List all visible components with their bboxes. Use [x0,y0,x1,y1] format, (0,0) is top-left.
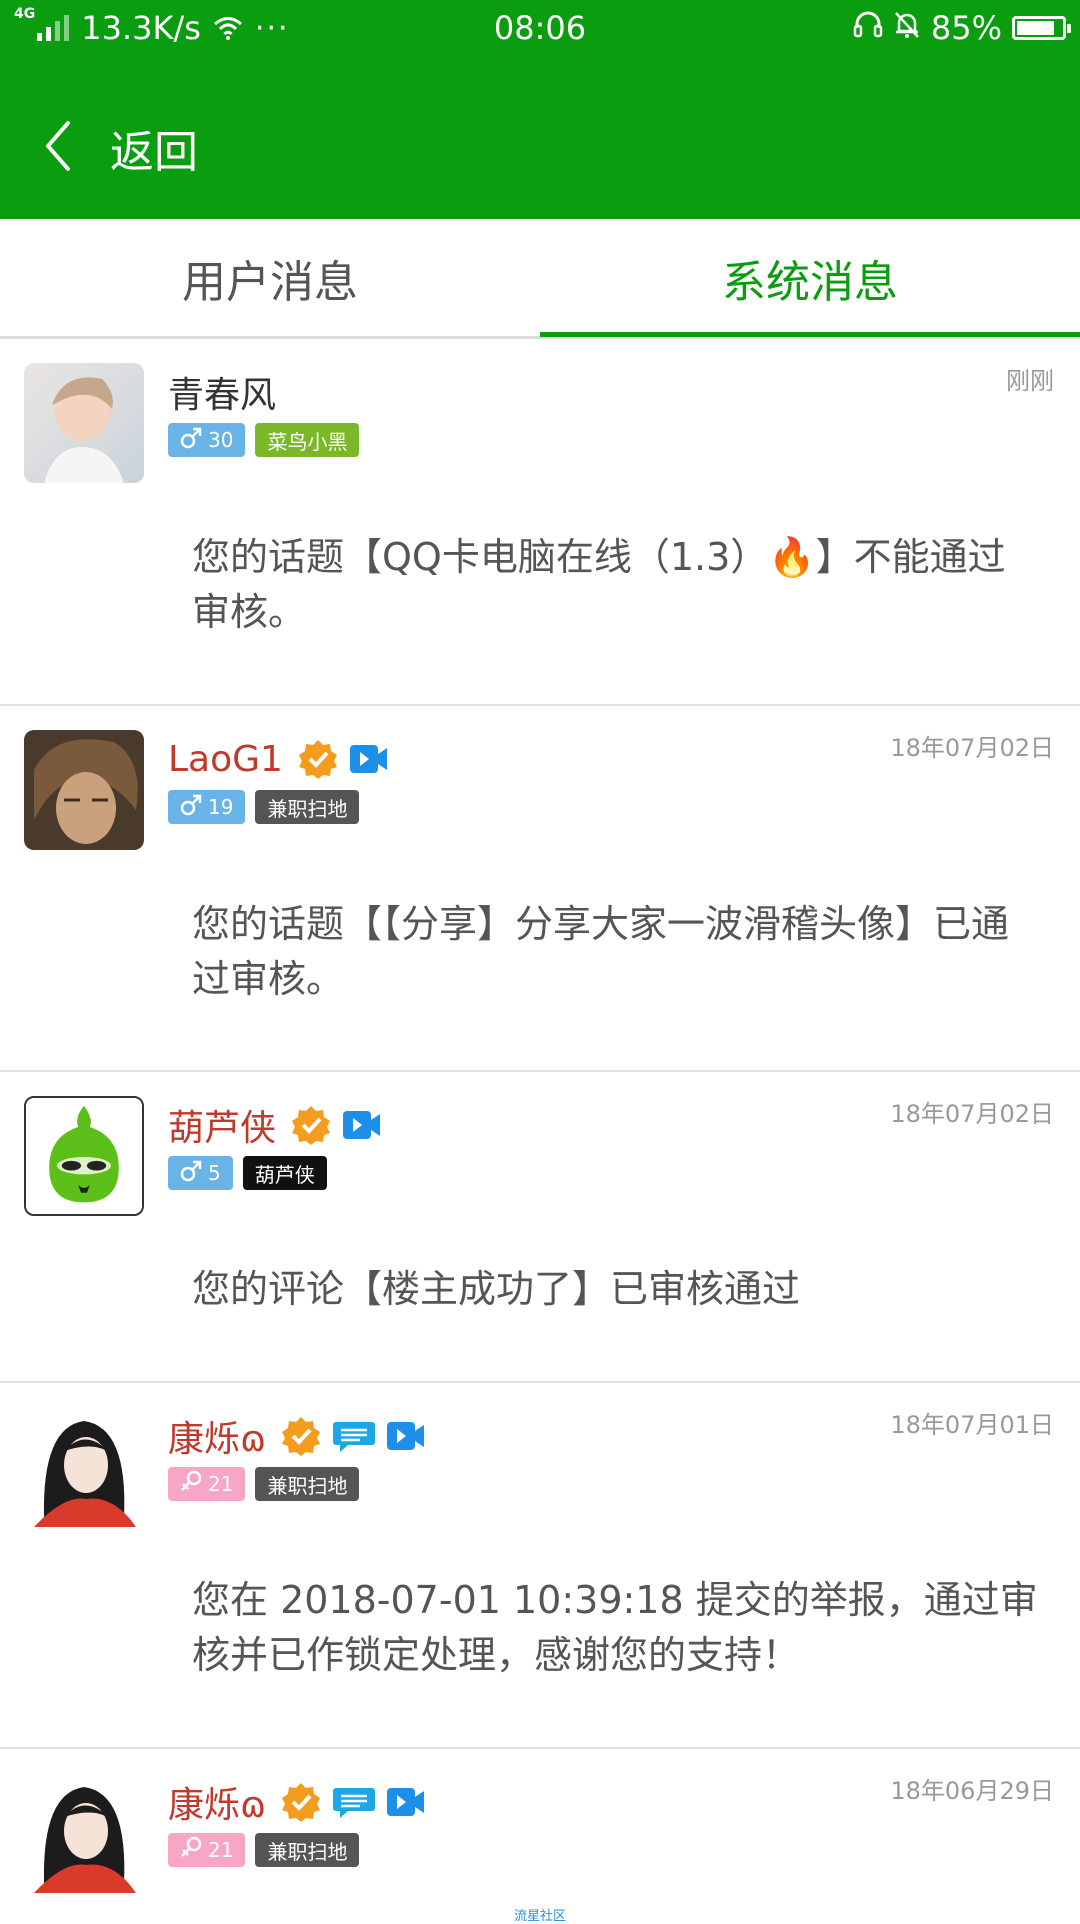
message-time: 18年07月02日 [890,1100,1054,1128]
back-button[interactable]: 返回 [44,118,198,178]
message-tabs: 用户消息 系统消息 [0,219,1080,339]
gender-age-tag: 30 [168,423,246,457]
status-bar: 4G 13.3K/s ··· 08:06 85% [0,0,1080,60]
video-icon [386,1785,426,1819]
tab-system-messages[interactable]: 系统消息 [540,219,1080,336]
title-tag: 菜鸟小黑 [255,423,360,457]
message-content: 您的评论【楼主成功了】已审核通过 [192,1267,801,1311]
chat-icon [332,1784,376,1820]
female-icon [180,1836,202,1865]
male-icon [180,427,202,454]
watermark: 流星社区 [513,1909,566,1924]
message-item[interactable]: LaoG1 19 兼职扫地 18年07月02日 您的话题【【分享】分享大家一波滑… [0,706,1080,1072]
username[interactable]: LaoG1 [168,739,283,780]
verified-badge-icon [280,1781,322,1823]
battery-percent: 85% [930,9,1002,47]
message-item[interactable]: 青春风 30 菜鸟小黑 刚刚 您的话题【QQ卡电脑在线（1.3）🔥】不能通过审核… [0,339,1080,706]
message-content: 您的话题【【分享】分享大家一波滑稽头像】已通过审核。 [192,902,1010,1001]
message-time: 18年07月01日 [890,1411,1054,1439]
age-value: 5 [208,1161,221,1185]
message-content: 您的话题【QQ卡电脑在线（1.3）🔥】不能通过审核。 [192,530,1040,640]
verified-badge-icon [297,738,339,780]
message-time: 18年07月02日 [890,734,1054,762]
verified-badge-icon [280,1415,322,1457]
age-value: 19 [208,795,234,819]
video-icon [386,1419,426,1453]
username[interactable]: 青春风 [168,366,276,418]
verified-badge-icon [290,1104,332,1146]
avatar[interactable] [24,1407,144,1527]
message-time: 刚刚 [1006,367,1054,395]
battery-icon [1012,16,1071,40]
content-text: 您的话题【QQ卡电脑在线（1.3） [192,535,769,579]
username[interactable]: 葫芦侠 [168,1099,276,1151]
title-tag: 葫芦侠 [242,1156,327,1190]
headset-icon [853,9,883,47]
video-icon [349,742,389,776]
username[interactable]: 康烁ɷ [168,1776,266,1828]
active-tab-indicator [540,332,1080,337]
chat-icon [332,1418,376,1454]
message-item[interactable]: 康烁ɷ 21 兼职扫地 18年06月29日 [0,1749,1080,1920]
message-time: 18年06月29日 [890,1777,1054,1805]
age-value: 21 [208,1472,234,1496]
username[interactable]: 康烁ɷ [168,1410,266,1462]
avatar[interactable] [24,730,144,850]
avatar[interactable] [24,1773,144,1893]
gender-age-tag: 5 [168,1156,233,1190]
message-content: 您在 2018-07-01 10:39:18 提交的举报，通过审核并已作锁定处理… [192,1578,1038,1677]
age-value: 30 [208,428,234,452]
gender-age-tag: 19 [168,790,246,824]
gender-age-tag: 21 [168,1833,246,1867]
avatar[interactable] [24,1096,144,1216]
bell-muted-icon [893,9,921,47]
tab-user-messages[interactable]: 用户消息 [0,219,540,336]
message-item[interactable]: 葫芦侠 5 葫芦侠 18年07月02日 您的评论【楼主成功了】已审核通过 [0,1072,1080,1383]
avatar[interactable] [24,363,144,483]
message-item[interactable]: 康烁ɷ 21 兼职扫地 18年07月01日 您在 2018-07-01 10:3… [0,1383,1080,1749]
age-value: 21 [208,1838,234,1862]
title-tag: 兼职扫地 [255,790,360,824]
video-icon [342,1108,382,1142]
female-icon [180,1470,202,1499]
chevron-left-icon [44,120,72,176]
gender-age-tag: 21 [168,1467,246,1501]
back-label: 返回 [110,127,198,178]
male-icon [180,1160,202,1187]
title-tag: 兼职扫地 [255,1467,360,1501]
fire-emoji-icon: 🔥 [768,535,816,579]
male-icon [180,794,202,821]
title-tag: 兼职扫地 [255,1833,360,1867]
app-header: 4G 13.3K/s ··· 08:06 85% 返回 [0,0,1080,219]
